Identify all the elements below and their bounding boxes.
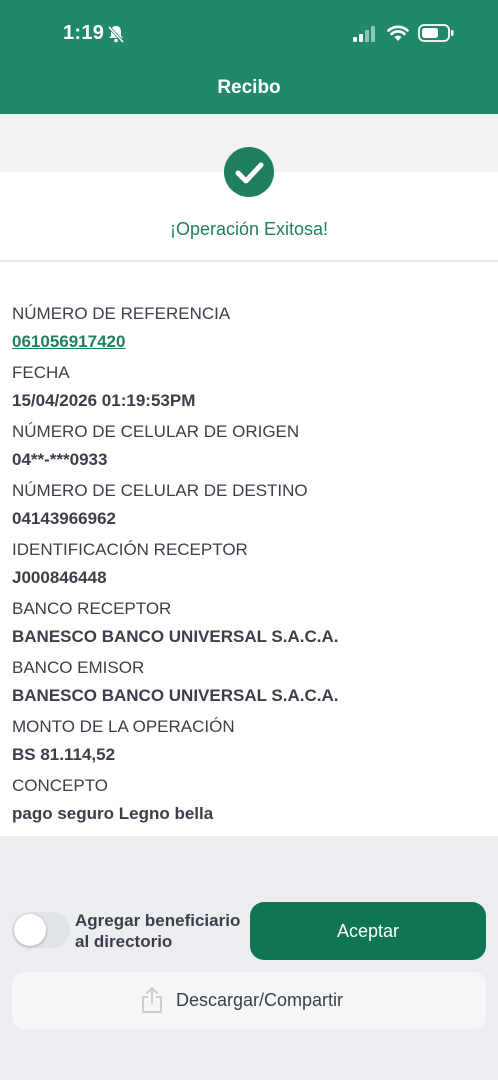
status-time: 1:19 [63,22,105,44]
field-value: BANESCO BANCO UNIVERSAL S.A.C.A. [12,686,339,705]
field-label: MONTO DE LA OPERACIÓN [12,717,235,736]
battery-icon [418,24,454,42]
field-amount: MONTO DE LA OPERACIÓN BS 81.114,52 [12,716,482,775]
toggle-label-line1: Agregar beneficiario [75,911,241,930]
field-label: NÚMERO DE CELULAR DE ORIGEN [12,422,300,441]
field-value: 04**-***0933 [12,450,108,469]
download-share-label: Descargar/Compartir [176,990,344,1010]
signal-icon [353,26,375,42]
field-receiver-id: IDENTIFICACIÓN RECEPTOR J000846448 [12,539,482,598]
share-icon [142,987,162,1013]
success-check-icon [224,147,274,197]
toggle-label-line2: al directorio [75,932,173,951]
field-value: pago seguro Legno bella [12,804,214,823]
download-share-button[interactable]: Descargar/Compartir [12,972,486,1029]
field-label: BANCO EMISOR [12,658,145,677]
field-date: FECHA 15/04/2026 01:19:53PM [12,362,482,421]
field-label: NÚMERO DE CELULAR DE DESTINO [12,481,308,500]
field-origin-phone: NÚMERO DE CELULAR DE ORIGEN 04**-***0933 [12,421,482,480]
receipt-details: NÚMERO DE REFERENCIA 061056917420 FECHA … [12,303,482,834]
status-bar: 1:19 [0,0,498,66]
field-value: 04143966962 [12,509,117,528]
header-bar: Recibo [0,66,498,114]
add-beneficiary-label: Agregar beneficiario al directorio [75,910,255,952]
field-concept: CONCEPTO pago seguro Legno bella [12,775,482,834]
accept-button[interactable]: Aceptar [250,902,486,960]
divider [0,260,498,262]
field-label: CONCEPTO [12,776,109,795]
field-destination-phone: NÚMERO DE CELULAR DE DESTINO 04143966962 [12,480,482,539]
wifi-icon [387,25,409,41]
add-beneficiary-toggle[interactable] [12,912,70,948]
success-message: ¡Operación Exitosa! [169,219,329,239]
reference-number-link[interactable]: 061056917420 [12,329,482,355]
field-receiver-bank: BANCO RECEPTOR BANESCO BANCO UNIVERSAL S… [12,598,482,657]
field-value: BS 81.114,52 [12,745,116,764]
field-label: NÚMERO DE REFERENCIA [12,304,231,323]
field-label: FECHA [12,363,70,382]
field-sender-bank: BANCO EMISOR BANESCO BANCO UNIVERSAL S.A… [12,657,482,716]
page-title: Recibo [217,77,281,98]
field-label: IDENTIFICACIÓN RECEPTOR [12,540,248,559]
bell-muted-icon [107,25,125,44]
toggle-knob [14,914,46,946]
field-value: 15/04/2026 01:19:53PM [12,391,196,410]
field-label: BANCO RECEPTOR [12,599,172,618]
field-value: J000846448 [12,568,107,587]
field-reference: NÚMERO DE REFERENCIA 061056917420 [12,303,482,362]
field-value: BANESCO BANCO UNIVERSAL S.A.C.A. [12,627,339,646]
